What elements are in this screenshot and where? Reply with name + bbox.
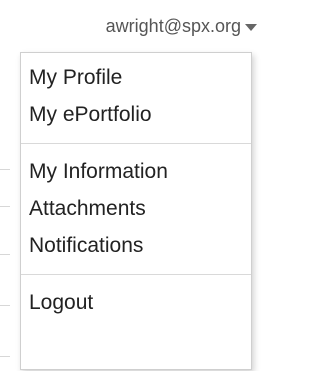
menu-item-logout[interactable]: Logout [21, 284, 251, 321]
menu-item-notifications[interactable]: Notifications [21, 227, 251, 264]
account-menu-toggle[interactable]: awright@spx.org [106, 0, 265, 52]
menu-divider [21, 274, 251, 275]
menu-item-my-information[interactable]: My Information [21, 153, 251, 190]
caret-down-icon [245, 23, 257, 31]
background-divider [0, 254, 10, 255]
background-divider [0, 169, 10, 170]
menu-item-attachments[interactable]: Attachments [21, 190, 251, 227]
menu-item-my-eportfolio[interactable]: My ePortfolio [21, 96, 251, 133]
account-dropdown-menu: My Profile My ePortfolio My Information … [20, 52, 252, 370]
background-divider [0, 305, 10, 306]
menu-item-my-profile[interactable]: My Profile [21, 59, 251, 96]
account-email: awright@spx.org [105, 15, 241, 36]
background-divider [0, 356, 10, 357]
background-divider [0, 206, 10, 207]
menu-divider [21, 143, 251, 144]
account-menu-screen: awright@spx.org My Profile My ePortfolio… [0, 0, 265, 371]
